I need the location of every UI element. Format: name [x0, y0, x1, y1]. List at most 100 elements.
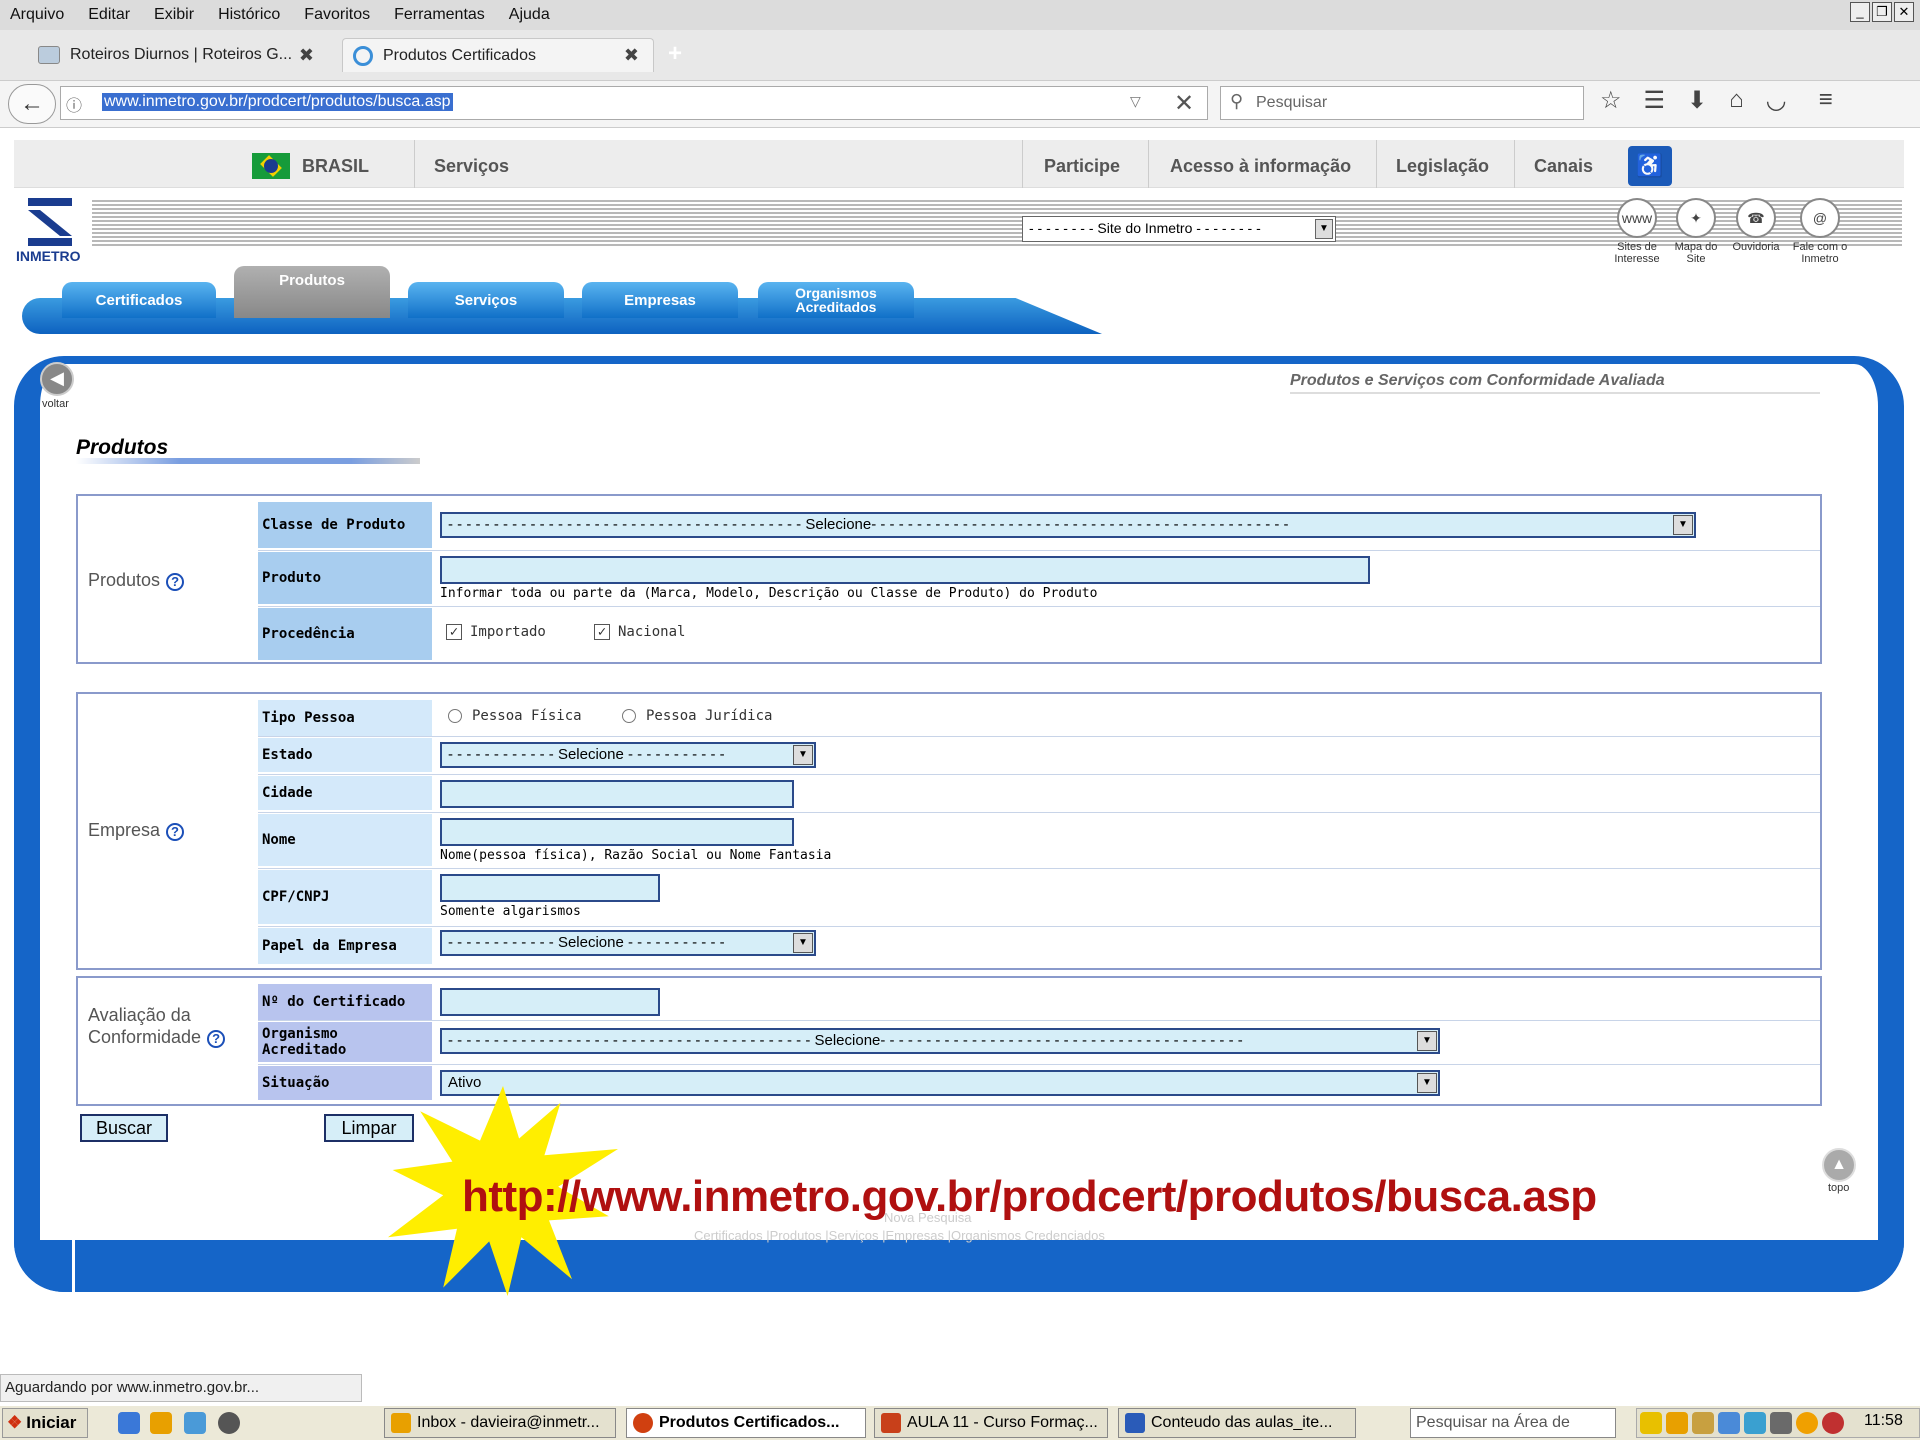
brazil-flag-icon: [252, 153, 290, 179]
tab-roteiros[interactable]: Roteiros Diurnos | Roteiros G... ✖: [28, 38, 328, 72]
media-player-icon[interactable]: [218, 1412, 240, 1434]
history-dropdown-icon[interactable]: ▽: [1130, 93, 1141, 110]
menu-editar[interactable]: Editar: [88, 6, 130, 24]
certificado-input[interactable]: [440, 988, 660, 1016]
menu-exibir[interactable]: Exibir: [154, 6, 194, 24]
pessoa-juridica-radio[interactable]: Pessoa Jurídica: [622, 708, 772, 724]
gov-legislacao-link[interactable]: Legislação: [1396, 156, 1489, 177]
footer-links[interactable]: Certificados |Produtos |Serviços |Empres…: [694, 1228, 1105, 1243]
restore-button[interactable]: ❐: [1872, 2, 1892, 22]
device-tray-icon[interactable]: [1770, 1412, 1792, 1434]
pessoa-fisica-radio[interactable]: Pessoa Física: [448, 708, 582, 724]
start-button[interactable]: ❖ Iniciar: [2, 1408, 88, 1438]
checkbox-checked-icon: ✓: [446, 624, 462, 640]
tipo-pessoa-label: Tipo Pessoa: [258, 700, 432, 736]
security-tray-icon[interactable]: [1692, 1412, 1714, 1434]
gov-brasil-link[interactable]: BRASIL: [302, 156, 369, 177]
close-tab-icon[interactable]: ✖: [624, 45, 639, 66]
importado-checkbox[interactable]: ✓ Importado: [446, 624, 546, 640]
www-icon[interactable]: www: [1617, 198, 1657, 238]
pocket-icon[interactable]: ◡: [1766, 86, 1787, 115]
menu-arquivo[interactable]: Arquivo: [10, 6, 64, 24]
buscar-button[interactable]: Buscar: [80, 1114, 168, 1142]
menu-favoritos[interactable]: Favoritos: [304, 6, 370, 24]
produto-input[interactable]: [440, 556, 1370, 584]
task-word[interactable]: Conteudo das aulas_ite...: [1118, 1408, 1356, 1438]
back-arrow-icon[interactable]: ◀: [40, 362, 74, 396]
accessibility-icon[interactable]: ♿: [1628, 146, 1672, 186]
url-text[interactable]: www.inmetro.gov.br/prodcert/produtos/bus…: [102, 93, 453, 111]
nav-servicos[interactable]: Serviços: [408, 282, 564, 318]
taskbar-search-input[interactable]: Pesquisar na Área de: [1410, 1408, 1616, 1438]
task-label: AULA 11 - Curso Formaç...: [907, 1414, 1098, 1431]
help-icon[interactable]: ?: [207, 1030, 226, 1048]
situacao-select[interactable]: Ativo ▼: [440, 1070, 1440, 1096]
cpf-cnpj-input[interactable]: [440, 874, 660, 902]
gov-canais-link[interactable]: Canais: [1534, 156, 1593, 177]
nav-organismos[interactable]: Organismos Acreditados: [758, 282, 914, 318]
ie-icon[interactable]: [118, 1412, 140, 1434]
reading-list-icon[interactable]: ☰: [1644, 86, 1666, 115]
nav-empresas[interactable]: Empresas: [582, 282, 738, 318]
sites-interesse-label: Sites de Interesse: [1614, 241, 1660, 265]
cidade-input[interactable]: [440, 780, 794, 808]
outlook-tray-icon[interactable]: [1666, 1412, 1688, 1434]
minimize-button[interactable]: _: [1850, 2, 1870, 22]
task-inbox[interactable]: Inbox - davieira@inmetr...: [384, 1408, 616, 1438]
scroll-top-icon[interactable]: ▲: [1822, 1148, 1856, 1182]
close-window-button[interactable]: ✕: [1894, 2, 1914, 22]
stop-icon[interactable]: ✕: [1174, 89, 1194, 118]
mail-tray-icon[interactable]: [1640, 1412, 1662, 1434]
radio-label: Pessoa Jurídica: [646, 708, 773, 724]
home-icon[interactable]: ⌂: [1729, 86, 1744, 115]
help-icon[interactable]: ?: [166, 573, 185, 591]
clock: 11:58: [1864, 1412, 1903, 1429]
windows-logo-icon: ❖: [7, 1413, 23, 1432]
nacional-checkbox[interactable]: ✓ Nacional: [594, 624, 685, 640]
explorer-icon[interactable]: [184, 1412, 206, 1434]
topo-label[interactable]: topo: [1828, 1182, 1849, 1194]
email-icon[interactable]: @: [1800, 198, 1840, 238]
antivirus-tray-icon[interactable]: [1822, 1412, 1844, 1434]
nome-input[interactable]: [440, 818, 794, 846]
gov-servicos-link[interactable]: Serviços: [434, 156, 509, 177]
task-powerpoint[interactable]: AULA 11 - Curso Formaç...: [874, 1408, 1108, 1438]
task-label: Produtos Certificados...: [659, 1414, 840, 1431]
menu-historico[interactable]: Histórico: [218, 6, 280, 24]
divider: [258, 868, 1820, 869]
bookmark-star-icon[interactable]: ☆: [1600, 86, 1622, 115]
back-button[interactable]: ←: [8, 84, 56, 124]
voltar-label[interactable]: voltar: [42, 398, 69, 410]
divider: [258, 774, 1820, 775]
search-tray-icon[interactable]: [1718, 1412, 1740, 1434]
update-tray-icon[interactable]: [1796, 1412, 1818, 1434]
nav-produtos[interactable]: Produtos: [234, 266, 390, 318]
papel-empresa-select[interactable]: - - - - - - - - - - - - Selecione - - - …: [440, 930, 816, 956]
hamburger-menu-icon[interactable]: ≡: [1819, 86, 1833, 115]
info-icon[interactable]: ⓘ: [66, 92, 82, 116]
classe-produto-select[interactable]: - - - - - - - - - - - - - - - - - - - - …: [440, 512, 1696, 538]
gov-participe-link[interactable]: Participe: [1044, 156, 1120, 177]
menu-ajuda[interactable]: Ajuda: [509, 6, 550, 24]
tab-produtos-certificados[interactable]: Produtos Certificados ✖: [342, 38, 654, 72]
site-select[interactable]: - - - - - - - - Site do Inmetro - - - - …: [1022, 216, 1336, 242]
content-frame-footer: [14, 1240, 1904, 1292]
limpar-button[interactable]: Limpar: [324, 1114, 414, 1142]
cidade-label: Cidade: [258, 776, 432, 810]
gov-acesso-link[interactable]: Acesso à informação: [1170, 156, 1351, 177]
estado-select[interactable]: - - - - - - - - - - - - Selecione - - - …: [440, 742, 816, 768]
download-icon[interactable]: ⬇: [1687, 86, 1707, 115]
nav-certificados[interactable]: Certificados: [62, 282, 216, 318]
menu-ferramentas[interactable]: Ferramentas: [394, 6, 485, 24]
new-tab-icon[interactable]: +: [668, 40, 682, 68]
close-tab-icon[interactable]: ✖: [299, 45, 314, 66]
outlook-icon[interactable]: [150, 1412, 172, 1434]
search-input[interactable]: Pesquisar: [1256, 94, 1327, 112]
help-icon[interactable]: ?: [166, 823, 185, 841]
organismo-select[interactable]: - - - - - - - - - - - - - - - - - - - - …: [440, 1028, 1440, 1054]
divider: [414, 140, 415, 188]
network-tray-icon[interactable]: [1744, 1412, 1766, 1434]
task-firefox[interactable]: Produtos Certificados...: [626, 1408, 866, 1438]
phone-icon[interactable]: ☎: [1736, 198, 1776, 238]
site-map-icon[interactable]: ✦: [1676, 198, 1716, 238]
